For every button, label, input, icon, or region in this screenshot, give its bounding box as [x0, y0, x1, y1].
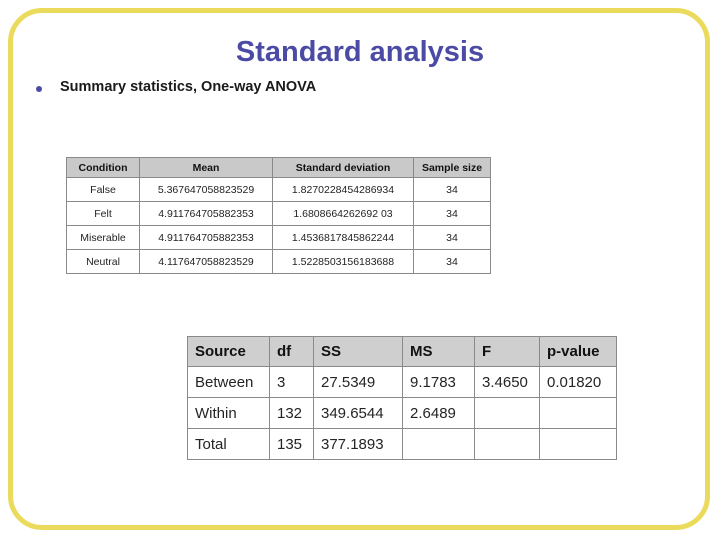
- cell-df: 132: [269, 397, 314, 429]
- cell-condition: False: [66, 177, 140, 202]
- table-row: False 5.367647058823529 1.82702284542869…: [66, 177, 491, 202]
- column-header-ss: SS: [313, 336, 403, 367]
- cell-df: 135: [269, 428, 314, 460]
- slide: Standard analysis Summary statistics, On…: [0, 0, 720, 540]
- cell-p-value: 0.01820: [539, 366, 617, 398]
- cell-ms: 2.6489: [402, 397, 475, 429]
- cell-standard-deviation: 1.8270228454286934: [272, 177, 414, 202]
- cell-sample-size: 34: [413, 201, 491, 226]
- cell-source: Total: [187, 428, 270, 460]
- bullet-item-label: Summary statistics, One-way ANOVA: [60, 79, 317, 95]
- cell-standard-deviation: 1.5228503156183688: [272, 249, 414, 274]
- table-row: Neutral 4.117647058823529 1.522850315618…: [66, 249, 491, 274]
- table-header-row: Source df SS MS F p-value: [187, 336, 617, 367]
- summary-statistics-table-container: Condition Mean Standard deviation Sample…: [66, 157, 491, 274]
- summary-statistics-table: Condition Mean Standard deviation Sample…: [66, 157, 491, 274]
- cell-p-value: [539, 428, 617, 460]
- cell-mean: 5.367647058823529: [139, 177, 273, 202]
- cell-f: [474, 397, 540, 429]
- cell-ss: 27.5349: [313, 366, 403, 398]
- table-header-row: Condition Mean Standard deviation Sample…: [66, 157, 491, 178]
- cell-mean: 4.117647058823529: [139, 249, 273, 274]
- column-header-ms: MS: [402, 336, 475, 367]
- cell-standard-deviation: 1.6808664262692 03: [272, 201, 414, 226]
- column-header-p-value: p-value: [539, 336, 617, 367]
- table-row: Miserable 4.911764705882353 1.4536817845…: [66, 225, 491, 250]
- bullet-dot-icon: [36, 86, 42, 92]
- cell-condition: Felt: [66, 201, 140, 226]
- column-header-df: df: [269, 336, 314, 367]
- cell-ss: 349.6544: [313, 397, 403, 429]
- cell-sample-size: 34: [413, 249, 491, 274]
- cell-mean: 4.911764705882353: [139, 225, 273, 250]
- cell-condition: Miserable: [66, 225, 140, 250]
- cell-mean: 4.911764705882353: [139, 201, 273, 226]
- cell-f: 3.4650: [474, 366, 540, 398]
- cell-ms: [402, 428, 475, 460]
- cell-f: [474, 428, 540, 460]
- column-header-standard-deviation: Standard deviation: [272, 157, 414, 178]
- cell-source: Between: [187, 366, 270, 398]
- column-header-mean: Mean: [139, 157, 273, 178]
- column-header-condition: Condition: [66, 157, 140, 178]
- table-row: Total 135 377.1893: [187, 428, 617, 460]
- table-row: Felt 4.911764705882353 1.6808664262692 0…: [66, 201, 491, 226]
- anova-table: Source df SS MS F p-value Between 3 27.5…: [187, 336, 617, 460]
- cell-sample-size: 34: [413, 225, 491, 250]
- cell-p-value: [539, 397, 617, 429]
- column-header-source: Source: [187, 336, 270, 367]
- cell-ms: 9.1783: [402, 366, 475, 398]
- cell-condition: Neutral: [66, 249, 140, 274]
- cell-standard-deviation: 1.4536817845862244: [272, 225, 414, 250]
- table-row: Within 132 349.6544 2.6489: [187, 397, 617, 429]
- bullet-list-item: Summary statistics, One-way ANOVA: [36, 79, 316, 95]
- cell-source: Within: [187, 397, 270, 429]
- cell-sample-size: 34: [413, 177, 491, 202]
- column-header-sample-size: Sample size: [413, 157, 491, 178]
- anova-table-container: Source df SS MS F p-value Between 3 27.5…: [187, 336, 617, 460]
- page-title: Standard analysis: [235, 36, 485, 68]
- cell-ss: 377.1893: [313, 428, 403, 460]
- cell-df: 3: [269, 366, 314, 398]
- table-row: Between 3 27.5349 9.1783 3.4650 0.01820: [187, 366, 617, 398]
- column-header-f: F: [474, 336, 540, 367]
